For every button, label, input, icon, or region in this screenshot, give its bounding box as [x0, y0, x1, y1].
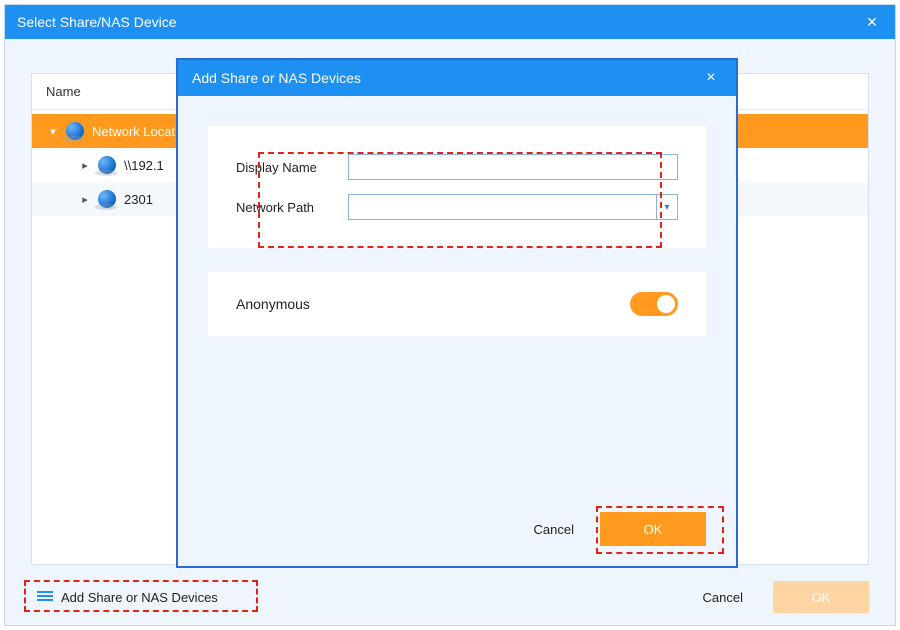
ok-button[interactable]: OK — [773, 581, 869, 613]
chevron-right-icon: ▸ — [78, 159, 92, 172]
chevron-down-icon: ▾ — [46, 125, 60, 138]
display-name-row: Display Name — [236, 154, 678, 180]
globe-icon — [98, 190, 116, 208]
add-share-header: Add Share or NAS Devices × — [178, 60, 736, 96]
close-icon[interactable]: × — [861, 12, 883, 33]
ok-button[interactable]: OK — [600, 512, 706, 546]
display-name-label: Display Name — [236, 160, 348, 175]
toggle-knob — [657, 295, 675, 313]
select-share-header: Select Share/NAS Device × — [5, 5, 895, 39]
add-share-dialog: Add Share or NAS Devices × Display Name … — [176, 58, 738, 568]
select-share-title: Select Share/NAS Device — [17, 14, 861, 30]
add-share-footer: Cancel OK — [178, 512, 736, 546]
cancel-button[interactable]: Cancel — [534, 522, 574, 537]
close-icon[interactable]: × — [700, 69, 722, 87]
anonymous-panel: Anonymous — [208, 272, 706, 336]
network-path-row: Network Path ▾ — [236, 194, 678, 220]
globe-icon — [98, 156, 116, 174]
network-path-label: Network Path — [236, 200, 348, 215]
display-name-input[interactable] — [348, 154, 678, 180]
dropdown-icon[interactable]: ▾ — [656, 194, 678, 220]
tree-item-label: 2301 — [124, 192, 153, 207]
select-share-footer: Add Share or NAS Devices Cancel OK — [5, 569, 895, 625]
add-share-title: Add Share or NAS Devices — [192, 70, 700, 86]
add-share-body: Display Name Network Path ▾ Anonymous — [178, 96, 736, 336]
anonymous-toggle[interactable] — [630, 292, 678, 316]
add-share-link-label: Add Share or NAS Devices — [61, 590, 218, 605]
globe-icon — [66, 122, 84, 140]
add-share-link[interactable]: Add Share or NAS Devices — [31, 586, 224, 609]
network-path-combo: ▾ — [348, 194, 678, 220]
form-panel: Display Name Network Path ▾ — [208, 126, 706, 248]
anonymous-label: Anonymous — [236, 296, 630, 312]
list-icon — [37, 591, 53, 603]
network-path-input[interactable] — [348, 194, 656, 220]
cancel-button[interactable]: Cancel — [703, 590, 743, 605]
chevron-right-icon: ▸ — [78, 193, 92, 206]
tree-item-label: \\192.1 — [124, 158, 164, 173]
